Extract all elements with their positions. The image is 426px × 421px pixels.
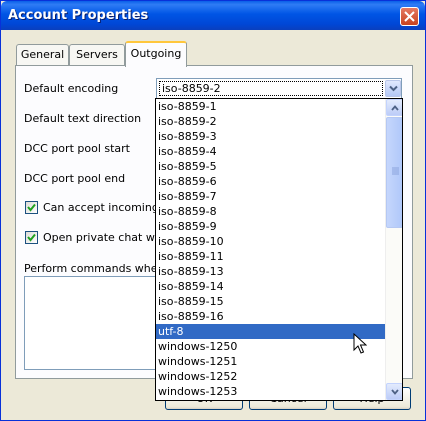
- encoding-option[interactable]: iso-8859-10: [156, 234, 385, 249]
- tab-outgoing[interactable]: Outgoing: [125, 41, 187, 67]
- encoding-option[interactable]: windows-1253: [156, 384, 385, 399]
- encoding-option[interactable]: iso-8859-15: [156, 294, 385, 309]
- grip-icon: [392, 167, 399, 175]
- default-encoding-label: Default encoding: [24, 82, 119, 95]
- combo-dropdown-button[interactable]: [385, 80, 401, 97]
- dropdown-scrollbar[interactable]: [385, 99, 402, 400]
- open-private-checkbox[interactable]: [25, 231, 38, 244]
- title-bar[interactable]: Account Properties: [1, 1, 425, 30]
- chevron-down-icon: [389, 85, 398, 92]
- encoding-option[interactable]: iso-8859-4: [156, 144, 385, 159]
- accept-incoming-checkbox[interactable]: [25, 201, 38, 214]
- mouse-pointer-icon: [353, 333, 367, 354]
- encoding-option[interactable]: windows-1251: [156, 354, 385, 369]
- encoding-option[interactable]: iso-8859-7: [156, 189, 385, 204]
- dcc-end-label: DCC port pool end: [24, 172, 126, 185]
- encoding-option[interactable]: utf-8: [156, 324, 385, 339]
- encoding-option[interactable]: iso-8859-2: [156, 114, 385, 129]
- encoding-option[interactable]: iso-8859-14: [156, 279, 385, 294]
- encoding-option[interactable]: iso-8859-16: [156, 309, 385, 324]
- dcc-start-label: DCC port pool start: [24, 142, 130, 155]
- encoding-option[interactable]: iso-8859-5: [156, 159, 385, 174]
- scroll-up-button[interactable]: [386, 99, 402, 116]
- tab-general[interactable]: General: [16, 44, 69, 65]
- close-icon: [404, 11, 415, 22]
- text-direction-label: Default text direction: [24, 112, 142, 125]
- checkmark-icon: [27, 203, 36, 212]
- account-properties-window: Account Properties General Servers Outgo…: [0, 0, 426, 421]
- default-encoding-value: iso-8859-2: [159, 81, 383, 96]
- encoding-dropdown-list: iso-8859-1 iso-8859-2 iso-8859-3 iso-8859-4…: [155, 98, 403, 401]
- chevron-up-icon: [391, 105, 399, 111]
- close-button[interactable]: [400, 7, 419, 26]
- encoding-option[interactable]: iso-8859-8: [156, 204, 385, 219]
- tab-servers[interactable]: Servers: [69, 44, 125, 65]
- chevron-down-icon: [391, 389, 399, 395]
- encoding-options: iso-8859-1 iso-8859-2 iso-8859-3 iso-8859-4…: [156, 99, 385, 399]
- open-private-label: Open private chat wind: [43, 231, 172, 244]
- scroll-down-button[interactable]: [386, 383, 402, 400]
- encoding-option[interactable]: iso-8859-11: [156, 249, 385, 264]
- encoding-option[interactable]: iso-8859-1: [156, 99, 385, 114]
- encoding-option[interactable]: windows-1250: [156, 339, 385, 354]
- scroll-thumb[interactable]: [386, 117, 402, 228]
- encoding-option[interactable]: iso-8859-9: [156, 219, 385, 234]
- encoding-option[interactable]: windows-1252: [156, 369, 385, 384]
- encoding-option[interactable]: iso-8859-3: [156, 129, 385, 144]
- window-title: Account Properties: [8, 8, 149, 23]
- default-encoding-combo[interactable]: iso-8859-2: [156, 78, 402, 99]
- encoding-option[interactable]: iso-8859-6: [156, 174, 385, 189]
- checkmark-icon: [27, 233, 36, 242]
- encoding-option[interactable]: iso-8859-13: [156, 264, 385, 279]
